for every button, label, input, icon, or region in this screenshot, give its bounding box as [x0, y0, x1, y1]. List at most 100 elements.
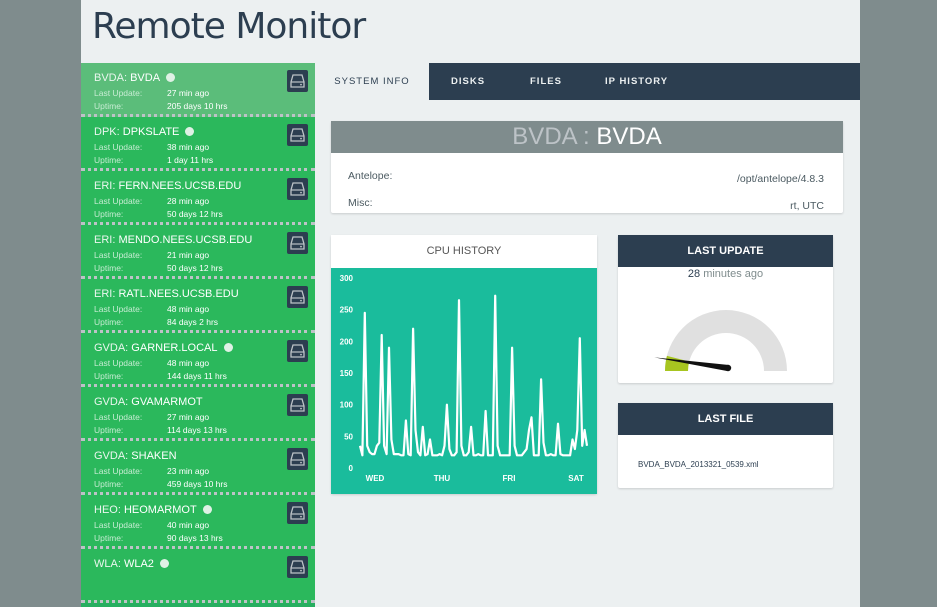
station-sta: SHAKEN	[131, 450, 177, 462]
station-uptime-label: Uptime:	[94, 317, 124, 327]
station-uptime: Uptime: 90 days 13 hrs	[94, 533, 223, 543]
hard-drive-icon	[290, 344, 305, 358]
station-sta: WLA2	[123, 558, 154, 570]
y-tick-label: 200	[340, 337, 354, 346]
station-uptime-value: 1 day 11 hrs	[167, 155, 214, 165]
disk-drive-button[interactable]	[287, 448, 308, 470]
disk-drive-button[interactable]	[287, 394, 308, 416]
cpu-series-line	[358, 294, 589, 457]
cpu-history-card: CPU HISTORY 0 50 100 150 200 250 300 WED THU FRI S…	[331, 235, 597, 494]
station-last-update-value: 48 min ago	[167, 358, 210, 368]
station-item[interactable]: ERI: FERN.NEES.UCSB.EDU Last Update: 28 mi…	[81, 171, 315, 225]
tab-ip-history[interactable]: IP HISTORY	[605, 63, 668, 100]
station-net: DPK:	[94, 126, 120, 138]
y-tick-label: 100	[340, 401, 354, 410]
station-last-update-label: Last Update:	[94, 250, 143, 260]
tab-files[interactable]: FILES	[530, 63, 562, 100]
x-tick-label: FRI	[503, 474, 516, 483]
station-sta: FERN.NEES.UCSB.EDU	[118, 180, 242, 192]
hard-drive-icon	[290, 506, 305, 520]
station-uptime-label: Uptime:	[94, 209, 124, 219]
station-item[interactable]: GVDA: SHAKEN Last Update: 23 min ago Uptime…	[81, 441, 315, 495]
station-name: ERI: RATL.NEES.UCSB.EDU	[94, 288, 239, 300]
y-tick-label: 300	[340, 274, 354, 283]
station-name: GVDA: GARNER.LOCAL	[94, 342, 233, 354]
antelope-value: /opt/antelope/4.8.3	[737, 173, 824, 185]
y-tick-label: 250	[340, 306, 354, 315]
hard-drive-icon	[290, 182, 305, 196]
globe-icon	[185, 127, 195, 136]
tab-disks[interactable]: DISKS	[451, 63, 485, 100]
station-sta: GVAMARMOT	[131, 396, 203, 408]
station-item[interactable]: GVDA: GVAMARMOT Last Update: 27 min ago Upt…	[81, 387, 315, 441]
station-list: BVDA: BVDA Last Update: 27 min ago Uptime: 2…	[81, 63, 315, 607]
station-last-update: Last Update: 38 min ago	[94, 142, 209, 152]
station-net: WLA:	[94, 558, 121, 570]
station-last-update-label: Last Update:	[94, 304, 143, 314]
station-name: GVDA: GVAMARMOT	[94, 396, 203, 408]
station-last-update-label: Last Update:	[94, 466, 143, 476]
station-name: DPK: DPKSLATE	[94, 126, 195, 138]
disk-drive-button[interactable]	[287, 178, 308, 200]
disk-drive-button[interactable]	[287, 556, 308, 578]
station-name: ERI: FERN.NEES.UCSB.EDU	[94, 180, 241, 192]
disk-drive-button[interactable]	[287, 232, 308, 254]
hard-drive-icon	[290, 560, 305, 574]
hard-drive-icon	[290, 236, 305, 250]
station-last-update-label: Last Update:	[94, 142, 143, 152]
station-last-update-value: 27 min ago	[167, 412, 210, 422]
disk-drive-button[interactable]	[287, 286, 308, 308]
station-last-update: Last Update: 27 min ago	[94, 412, 209, 422]
station-sta: GARNER.LOCAL	[131, 342, 218, 354]
main-content: BVDA : BVDA Antelope: /opt/antelope/4.8.…	[315, 100, 860, 607]
station-uptime-value: 144 days 11 hrs	[167, 371, 227, 381]
misc-label: Misc:	[348, 197, 373, 209]
station-last-update: Last Update: 23 min ago	[94, 466, 209, 476]
disk-drive-button[interactable]	[287, 340, 308, 362]
station-last-update-label: Last Update:	[94, 88, 143, 98]
station-item[interactable]: HEO: HEOMARMOT Last Update: 40 min ago Upti…	[81, 495, 315, 549]
globe-icon	[202, 505, 212, 514]
station-sta: MENDO.NEES.UCSB.EDU	[118, 234, 253, 246]
x-tick-label: WED	[366, 474, 385, 483]
station-last-update: Last Update: 28 min ago	[94, 196, 209, 206]
station-last-update: Last Update: 40 min ago	[94, 520, 209, 530]
station-last-update-label: Last Update:	[94, 412, 143, 422]
cpu-chart-area: 0 50 100 150 200 250 300 WED THU FRI SAT	[331, 268, 597, 494]
station-item[interactable]: GVDA: GARNER.LOCAL Last Update: 48 min ago…	[81, 333, 315, 387]
station-uptime-label: Uptime:	[94, 263, 124, 273]
station-item[interactable]: WLA: WLA2	[81, 549, 315, 603]
disk-drive-button[interactable]	[287, 124, 308, 146]
station-net: GVDA:	[94, 396, 129, 408]
station-item[interactable]: DPK: DPKSLATE Last Update: 38 min ago Uptim…	[81, 117, 315, 171]
station-last-update: Last Update: 21 min ago	[94, 250, 209, 260]
station-uptime-value: 205 days 10 hrs	[167, 101, 228, 111]
app-window: Remote Monitor BVDA: BVDA Last Update: 27 …	[81, 0, 860, 607]
station-net: GVDA:	[94, 342, 129, 354]
station-name: ERI: MENDO.NEES.UCSB.EDU	[94, 234, 252, 246]
station-item[interactable]: BVDA: BVDA Last Update: 27 min ago Uptime: 2…	[81, 63, 315, 117]
station-uptime: Uptime: 50 days 12 hrs	[94, 263, 223, 273]
station-last-update-value: 48 min ago	[167, 304, 210, 314]
station-uptime-label: Uptime:	[94, 371, 124, 381]
station-last-update-label: Last Update:	[94, 196, 143, 206]
hard-drive-icon	[290, 290, 305, 304]
cpu-history-title: CPU HISTORY	[331, 235, 597, 267]
antelope-label: Antelope:	[348, 170, 393, 182]
y-tick-label: 50	[344, 432, 353, 441]
app-header: Remote Monitor	[81, 0, 860, 63]
last-file-title: LAST FILE	[618, 403, 833, 435]
disk-drive-button[interactable]	[287, 70, 308, 92]
disk-drive-button[interactable]	[287, 502, 308, 524]
last-update-gauge	[654, 310, 787, 372]
station-sta: DPKSLATE	[122, 126, 180, 138]
station-uptime-label: Uptime:	[94, 101, 124, 111]
last-update-card: LAST UPDATE 28 minutes ago	[618, 235, 833, 383]
app-title: Remote Monitor	[92, 6, 366, 47]
station-item[interactable]: ERI: MENDO.NEES.UCSB.EDU Last Update: 21 m…	[81, 225, 315, 279]
station-last-update-value: 27 min ago	[167, 88, 210, 98]
station-last-update: Last Update: 48 min ago	[94, 304, 209, 314]
station-item[interactable]: ERI: RATL.NEES.UCSB.EDU Last Update: 48 mi…	[81, 279, 315, 333]
tab-system-info[interactable]: SYSTEM INFO	[315, 63, 429, 100]
station-last-update-label: Last Update:	[94, 358, 143, 368]
